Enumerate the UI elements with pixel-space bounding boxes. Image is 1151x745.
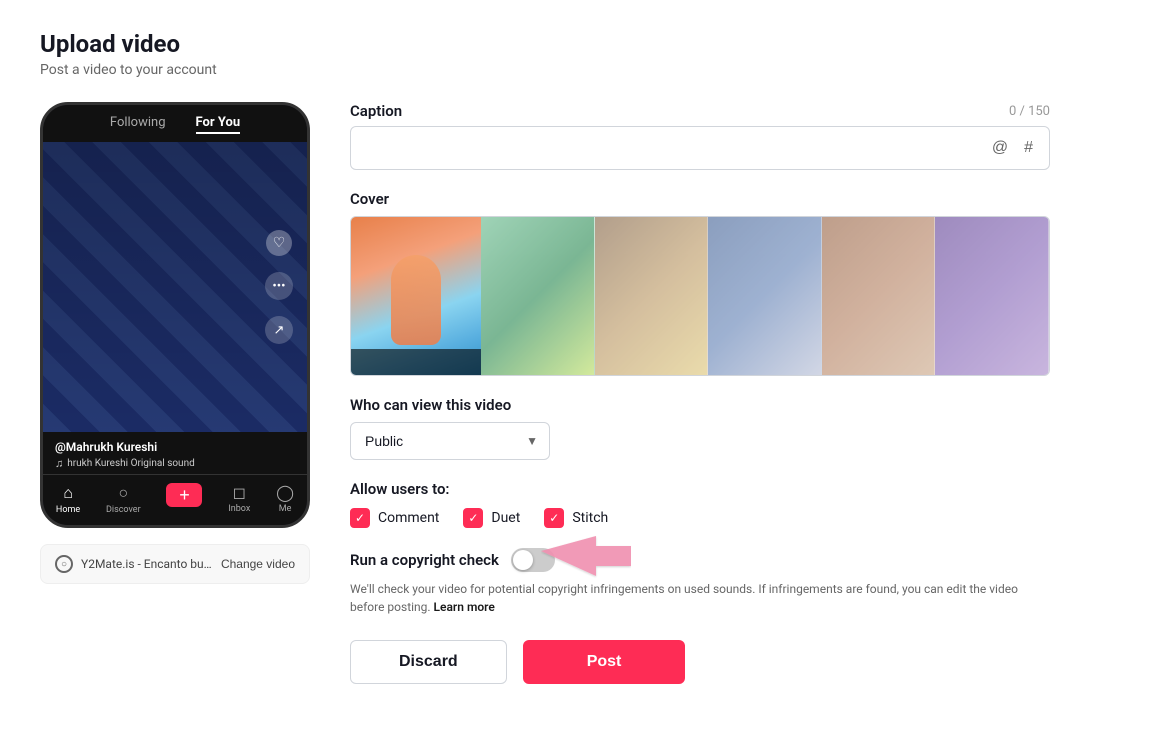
phone-mockup: Following For You ♡ ••• ↗ @Mahrukh Kures…: [40, 102, 310, 528]
viewer-select[interactable]: Public Friends Private: [350, 422, 550, 460]
comment-label: Comment: [378, 510, 439, 526]
change-video-button[interactable]: Change video: [221, 557, 295, 571]
toggle-knob: [513, 550, 533, 570]
phone-username: @Mahrukh Kureshi: [55, 440, 295, 454]
phone-nav-add[interactable]: +: [166, 483, 202, 515]
char-count: 0 / 150: [1009, 104, 1050, 119]
tab-following[interactable]: Following: [110, 115, 166, 134]
comment-checkbox[interactable]: ✓: [350, 508, 370, 528]
allow-title: Allow users to:: [350, 480, 1050, 498]
cover-strip[interactable]: [350, 216, 1050, 376]
phone-nav-me[interactable]: ◯ Me: [276, 483, 294, 515]
home-label: Home: [56, 505, 80, 515]
stitch-checkbox[interactable]: ✓: [544, 508, 564, 528]
heart-icon[interactable]: ♡: [266, 230, 292, 256]
hashtag-button[interactable]: #: [1020, 137, 1037, 159]
share-icon[interactable]: ↗: [265, 316, 293, 344]
video-file-icon: ○: [55, 555, 73, 573]
cover-thumbnails[interactable]: [481, 217, 1049, 375]
phone-nav-discover[interactable]: ○ Discover: [106, 483, 141, 515]
discard-button[interactable]: Discard: [350, 640, 507, 684]
arrow-annotation: [541, 536, 631, 586]
cover-thumb-1[interactable]: [481, 217, 595, 375]
phone-nav-bar: ⌂ Home ○ Discover + ◻ Inbox ◯ Me: [43, 474, 307, 525]
caption-row: Caption 0 / 150: [350, 102, 1050, 120]
copyright-section: Run a copyright check: [350, 548, 1050, 616]
phone-nav-home[interactable]: ⌂ Home: [56, 483, 80, 515]
cover-selected-frame[interactable]: [351, 217, 481, 375]
stitch-checkbox-item[interactable]: ✓ Stitch: [544, 508, 608, 528]
discover-icon: ○: [118, 483, 128, 503]
main-layout: Following For You ♡ ••• ↗ @Mahrukh Kures…: [40, 102, 1111, 684]
home-icon: ⌂: [63, 483, 73, 503]
cover-thumb-2[interactable]: [595, 217, 709, 375]
copyright-row: Run a copyright check: [350, 548, 1050, 572]
me-icon: ◯: [276, 483, 294, 502]
phone-nav-inbox[interactable]: ◻ Inbox: [228, 483, 250, 515]
add-button[interactable]: +: [166, 483, 202, 507]
caption-group: Caption 0 / 150 @ #: [350, 102, 1050, 170]
phone-video-overlay: ♡ ••• ↗: [265, 230, 293, 344]
allow-section: Allow users to: ✓ Comment ✓ Duet ✓ Stitc…: [350, 480, 1050, 528]
viewer-select-wrapper[interactable]: Public Friends Private ▼: [350, 422, 550, 460]
post-button[interactable]: Post: [523, 640, 686, 684]
video-info-bar: ○ Y2Mate.is - Encanto bu... Change video: [40, 544, 310, 584]
caption-input-wrapper[interactable]: @ #: [350, 126, 1050, 170]
checkboxes-row: ✓ Comment ✓ Duet ✓ Stitch: [350, 508, 1050, 528]
copyright-desc: We'll check your video for potential cop…: [350, 580, 1050, 616]
duet-checkbox-item[interactable]: ✓ Duet: [463, 508, 520, 528]
caption-actions: @ #: [988, 137, 1037, 159]
more-icon[interactable]: •••: [265, 272, 293, 300]
video-info-section: ○ Y2Mate.is - Encanto bu... Change video: [40, 536, 310, 584]
right-panel: Caption 0 / 150 @ # Cover: [350, 102, 1050, 684]
caption-label: Caption: [350, 102, 402, 120]
discover-label: Discover: [106, 505, 141, 515]
duet-checkbox[interactable]: ✓: [463, 508, 483, 528]
comment-checkbox-item[interactable]: ✓ Comment: [350, 508, 439, 528]
page-title: Upload video: [40, 30, 1111, 58]
action-buttons: Discard Post: [350, 640, 1050, 684]
mention-button[interactable]: @: [988, 137, 1012, 159]
copyright-label: Run a copyright check: [350, 551, 499, 569]
cover-section: Cover: [350, 190, 1050, 376]
cover-thumb-3[interactable]: [708, 217, 822, 375]
viewer-section: Who can view this video Public Friends P…: [350, 396, 1050, 460]
learn-more-link[interactable]: Learn more: [434, 600, 495, 614]
cover-thumb-4[interactable]: [822, 217, 936, 375]
caption-input[interactable]: [363, 140, 980, 156]
music-note-icon: ♫: [55, 457, 63, 470]
phone-sound: ♫ hrukh Kureshi Original sound: [55, 457, 295, 470]
phone-video-area: ♡ ••• ↗: [43, 142, 307, 432]
phone-bottom-info: @Mahrukh Kureshi ♫ hrukh Kureshi Origina…: [43, 432, 307, 474]
inbox-label: Inbox: [228, 504, 250, 514]
sound-text: hrukh Kureshi Original sound: [67, 458, 194, 469]
cover-label: Cover: [350, 190, 1050, 208]
inbox-icon: ◻: [233, 483, 246, 502]
cover-thumb-5[interactable]: [935, 217, 1049, 375]
duet-label: Duet: [491, 510, 520, 526]
video-filename: Y2Mate.is - Encanto bu...: [81, 557, 213, 571]
stitch-label: Stitch: [572, 510, 608, 526]
phone-nav-tabs: Following For You: [43, 105, 307, 142]
page-subtitle: Post a video to your account: [40, 62, 1111, 78]
tab-for-you[interactable]: For You: [196, 115, 241, 134]
cover-selected-overlay: [351, 349, 481, 375]
viewer-label: Who can view this video: [350, 396, 1050, 414]
me-label: Me: [279, 504, 292, 514]
